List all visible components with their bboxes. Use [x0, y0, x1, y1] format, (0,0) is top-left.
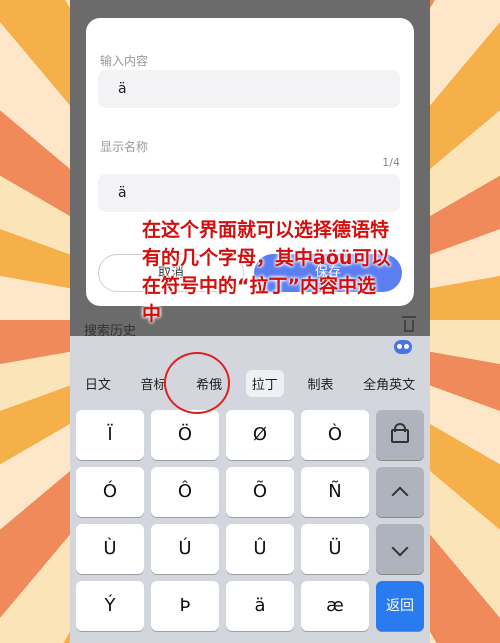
key-symbol[interactable]: Ú — [151, 524, 219, 574]
key-symbol[interactable]: Ö — [151, 410, 219, 460]
display-name-input[interactable]: ä — [98, 174, 400, 212]
return-button[interactable]: 返回 — [376, 581, 424, 631]
key-symbol[interactable]: Ø — [226, 410, 294, 460]
symbol-category-bar: 日文 音标 希俄 拉丁 制表 全角英文 — [70, 366, 430, 400]
key-symbol[interactable]: Õ — [226, 467, 294, 517]
char-counter: 1/4 — [382, 156, 400, 169]
chevron-down-icon — [391, 539, 409, 557]
key-symbol[interactable]: Ó — [76, 467, 144, 517]
chevron-up-icon — [391, 486, 409, 504]
input-label: 输入内容 — [100, 54, 149, 68]
lock-key[interactable] — [376, 410, 424, 460]
key-symbol[interactable]: Ü — [301, 524, 369, 574]
lock-icon — [391, 423, 409, 443]
key-symbol[interactable]: Þ — [151, 581, 219, 631]
key-symbol[interactable]: Ï — [76, 410, 144, 460]
key-symbol[interactable]: Ù — [76, 524, 144, 574]
page-up-key[interactable] — [376, 467, 424, 517]
annotation-caption: 在这个界面就可以选择德语特有的几个字母，其中äöü可以在符号中的“拉丁”内容中选… — [142, 219, 391, 325]
category-box-drawing[interactable]: 制表 — [301, 370, 339, 397]
key-symbol[interactable]: Ý — [76, 581, 144, 631]
category-fullwidth-english[interactable]: 全角英文 — [357, 370, 421, 397]
symbol-keyboard: 日文 音标 希俄 拉丁 制表 全角英文 Ï Ö Ø Ò Ó Ô Õ Ñ Ù Ú … — [70, 336, 430, 643]
mascot-icon[interactable] — [394, 340, 412, 354]
trash-icon[interactable] — [402, 316, 416, 332]
category-latin[interactable]: 拉丁 — [245, 369, 284, 397]
key-symbol[interactable]: ä — [226, 581, 294, 631]
page-down-key[interactable] — [376, 524, 424, 574]
display-name-label: 显示名称 — [100, 140, 149, 154]
category-japanese[interactable]: 日文 — [79, 370, 117, 397]
key-symbol[interactable]: æ — [301, 581, 369, 631]
key-symbol[interactable]: Ñ — [301, 467, 369, 517]
highlight-circle — [164, 352, 230, 414]
key-symbol[interactable]: Ò — [301, 410, 369, 460]
key-symbol[interactable]: Ô — [151, 467, 219, 517]
content-input[interactable]: ä — [98, 70, 400, 108]
key-symbol[interactable]: Û — [226, 524, 294, 574]
